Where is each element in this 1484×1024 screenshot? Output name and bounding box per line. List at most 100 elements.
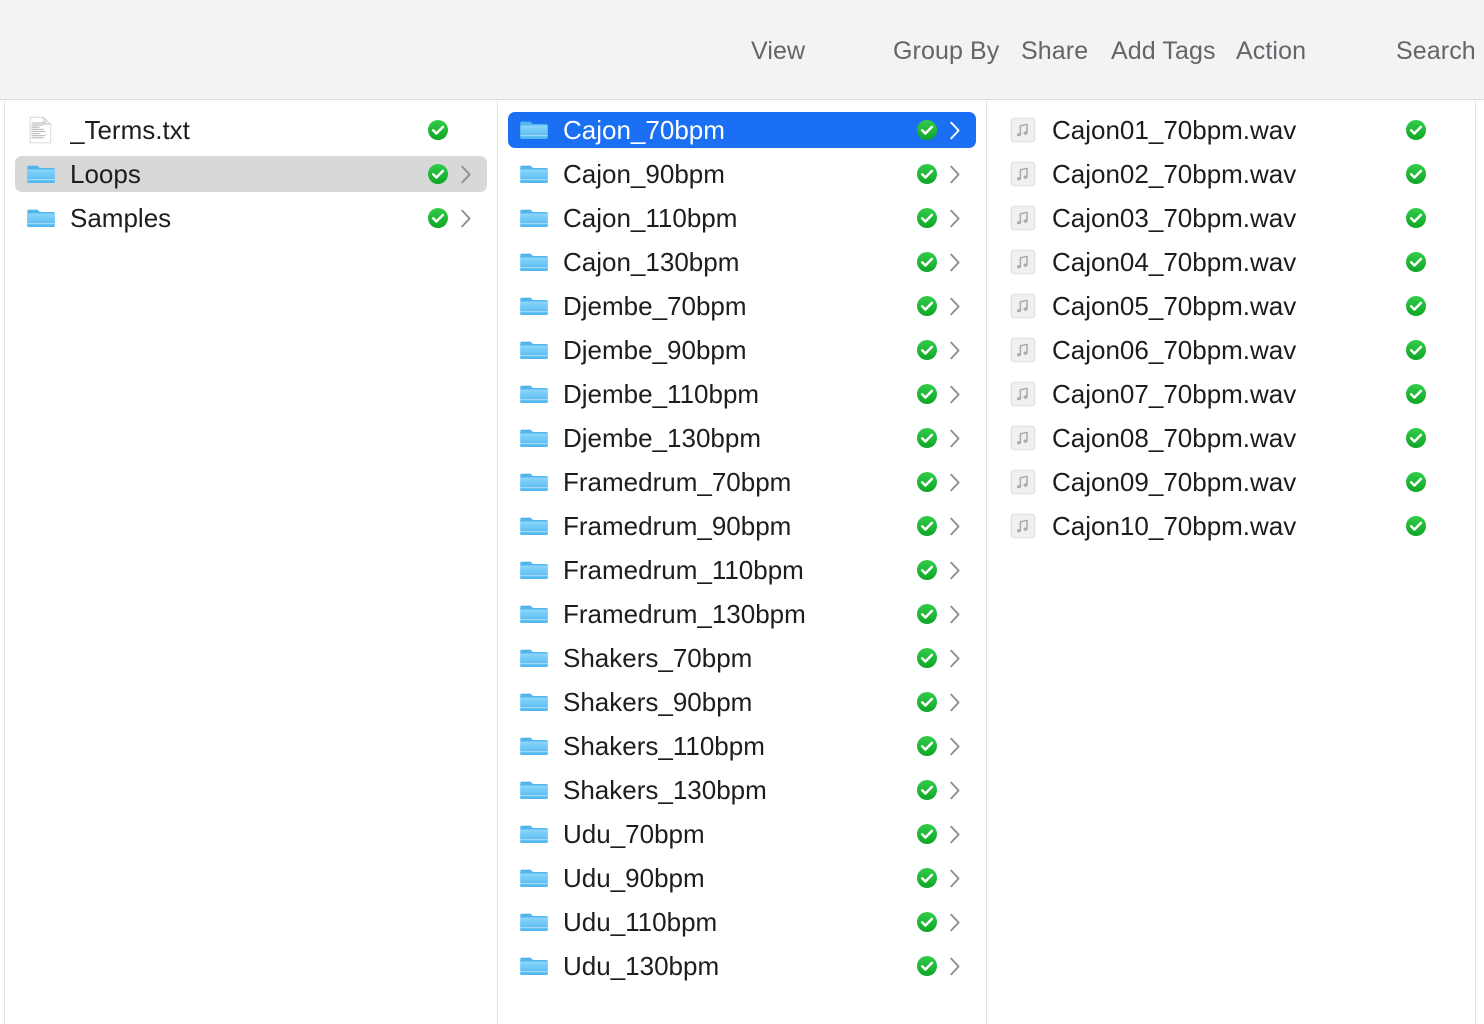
list-item[interactable]: Framedrum_130bpm (508, 596, 976, 632)
folder-icon (519, 819, 549, 849)
column-divider (1475, 101, 1476, 1024)
chevron-right-icon[interactable] (946, 295, 964, 317)
chevron-right-icon[interactable] (946, 163, 964, 185)
green-check-icon (916, 427, 938, 449)
list-item-label: Udu_130bpm (563, 951, 910, 981)
folder-icon (519, 379, 549, 409)
toolbar-search-field[interactable]: Search (1396, 37, 1476, 65)
list-item[interactable]: Cajon_90bpm (508, 156, 976, 192)
audio-file-icon (1008, 335, 1038, 365)
list-item[interactable]: Framedrum_90bpm (508, 508, 976, 544)
list-item[interactable]: Shakers_130bpm (508, 772, 976, 808)
chevron-right-icon[interactable] (946, 735, 964, 757)
list-item[interactable]: Djembe_90bpm (508, 332, 976, 368)
list-item[interactable]: Samples (15, 200, 487, 236)
chevron-right-icon[interactable] (946, 647, 964, 669)
green-check-icon (1405, 207, 1427, 229)
chevron-right-icon[interactable] (946, 339, 964, 361)
list-item[interactable]: Framedrum_70bpm (508, 464, 976, 500)
chevron-right-icon[interactable] (457, 163, 475, 185)
green-check-icon (916, 691, 938, 713)
green-check-icon (1405, 251, 1427, 273)
green-check-icon (1405, 295, 1427, 317)
list-item[interactable]: Djembe_130bpm (508, 420, 976, 456)
toolbar-action-button[interactable]: Action (1236, 37, 1306, 65)
list-item[interactable]: Shakers_70bpm (508, 640, 976, 676)
chevron-right-icon[interactable] (946, 471, 964, 493)
list-item-label: Udu_90bpm (563, 863, 910, 893)
list-item[interactable]: Udu_70bpm (508, 816, 976, 852)
finder-column-1[interactable]: _Terms.txt Loops Samples (4, 101, 497, 1024)
list-item[interactable]: Djembe_70bpm (508, 288, 976, 324)
toolbar-add-tags-button[interactable]: Add Tags (1111, 37, 1216, 65)
list-item[interactable]: Cajon06_70bpm.wav (997, 332, 1465, 368)
list-item[interactable]: Shakers_110bpm (508, 728, 976, 764)
chevron-right-icon[interactable] (946, 691, 964, 713)
list-item[interactable]: Cajon08_70bpm.wav (997, 420, 1465, 456)
green-check-icon (1405, 163, 1427, 185)
toolbar-group-by-button[interactable]: Group By (893, 37, 999, 65)
list-item[interactable]: Framedrum_110bpm (508, 552, 976, 588)
folder-icon (519, 775, 549, 805)
chevron-right-icon[interactable] (946, 515, 964, 537)
list-item[interactable]: _Terms.txt (15, 112, 487, 148)
chevron-right-icon[interactable] (946, 911, 964, 933)
green-check-icon (427, 207, 449, 229)
folder-icon (519, 687, 549, 717)
green-check-icon (916, 163, 938, 185)
finder-column-3[interactable]: Cajon01_70bpm.wav Cajon02_70bpm.wav Cajon0… (986, 101, 1475, 1024)
list-item[interactable]: Cajon03_70bpm.wav (997, 200, 1465, 236)
list-item[interactable]: Djembe_110bpm (508, 376, 976, 412)
chevron-right-icon[interactable] (946, 207, 964, 229)
list-item[interactable]: Cajon_110bpm (508, 200, 976, 236)
list-item[interactable]: Shakers_90bpm (508, 684, 976, 720)
list-item[interactable]: Cajon09_70bpm.wav (997, 464, 1465, 500)
chevron-right-icon[interactable] (946, 383, 964, 405)
green-check-icon (916, 867, 938, 889)
list-item-label: Cajon10_70bpm.wav (1052, 511, 1399, 541)
toolbar-share-button[interactable]: Share (1021, 37, 1088, 65)
chevron-right-icon[interactable] (946, 867, 964, 889)
column-1-rows: _Terms.txt Loops Samples (5, 112, 497, 244)
chevron-right-icon[interactable] (946, 603, 964, 625)
green-check-icon (916, 735, 938, 757)
toolbar-view-button[interactable]: View (751, 37, 805, 65)
green-check-icon (916, 119, 938, 141)
list-item[interactable]: Cajon07_70bpm.wav (997, 376, 1465, 412)
chevron-right-icon[interactable] (946, 559, 964, 581)
list-item[interactable]: Cajon_70bpm (508, 112, 976, 148)
chevron-right-icon[interactable] (946, 779, 964, 801)
chevron-right-icon[interactable] (946, 955, 964, 977)
list-item-label: Shakers_90bpm (563, 687, 910, 717)
list-item[interactable]: Cajon05_70bpm.wav (997, 288, 1465, 324)
list-item[interactable]: Cajon_130bpm (508, 244, 976, 280)
list-item-label: Cajon_70bpm (563, 115, 910, 145)
chevron-right-icon[interactable] (946, 823, 964, 845)
folder-icon (519, 643, 549, 673)
list-item-label: Cajon01_70bpm.wav (1052, 115, 1399, 145)
green-check-icon (916, 515, 938, 537)
finder-column-2[interactable]: Cajon_70bpm Cajon_90bpm Cajon_110bpm Cajon_… (497, 101, 986, 1024)
chevron-right-icon[interactable] (946, 251, 964, 273)
folder-icon (519, 291, 549, 321)
list-item[interactable]: Cajon10_70bpm.wav (997, 508, 1465, 544)
chevron-right-icon[interactable] (946, 119, 964, 141)
chevron-right-icon[interactable] (946, 427, 964, 449)
list-item[interactable]: Cajon01_70bpm.wav (997, 112, 1465, 148)
folder-icon (519, 907, 549, 937)
folder-icon (519, 731, 549, 761)
folder-icon (519, 247, 549, 277)
list-item[interactable]: Udu_110bpm (508, 904, 976, 940)
list-item-label: Cajon04_70bpm.wav (1052, 247, 1399, 277)
list-item[interactable]: Cajon02_70bpm.wav (997, 156, 1465, 192)
list-item-label: Samples (70, 203, 421, 233)
list-item[interactable]: Cajon04_70bpm.wav (997, 244, 1465, 280)
list-item-label: Djembe_90bpm (563, 335, 910, 365)
list-item[interactable]: Udu_130bpm (508, 948, 976, 984)
list-item[interactable]: Udu_90bpm (508, 860, 976, 896)
list-item[interactable]: Loops (15, 156, 487, 192)
audio-file-icon (1008, 511, 1038, 541)
green-check-icon (916, 603, 938, 625)
chevron-right-icon[interactable] (457, 207, 475, 229)
list-item-label: Framedrum_70bpm (563, 467, 910, 497)
